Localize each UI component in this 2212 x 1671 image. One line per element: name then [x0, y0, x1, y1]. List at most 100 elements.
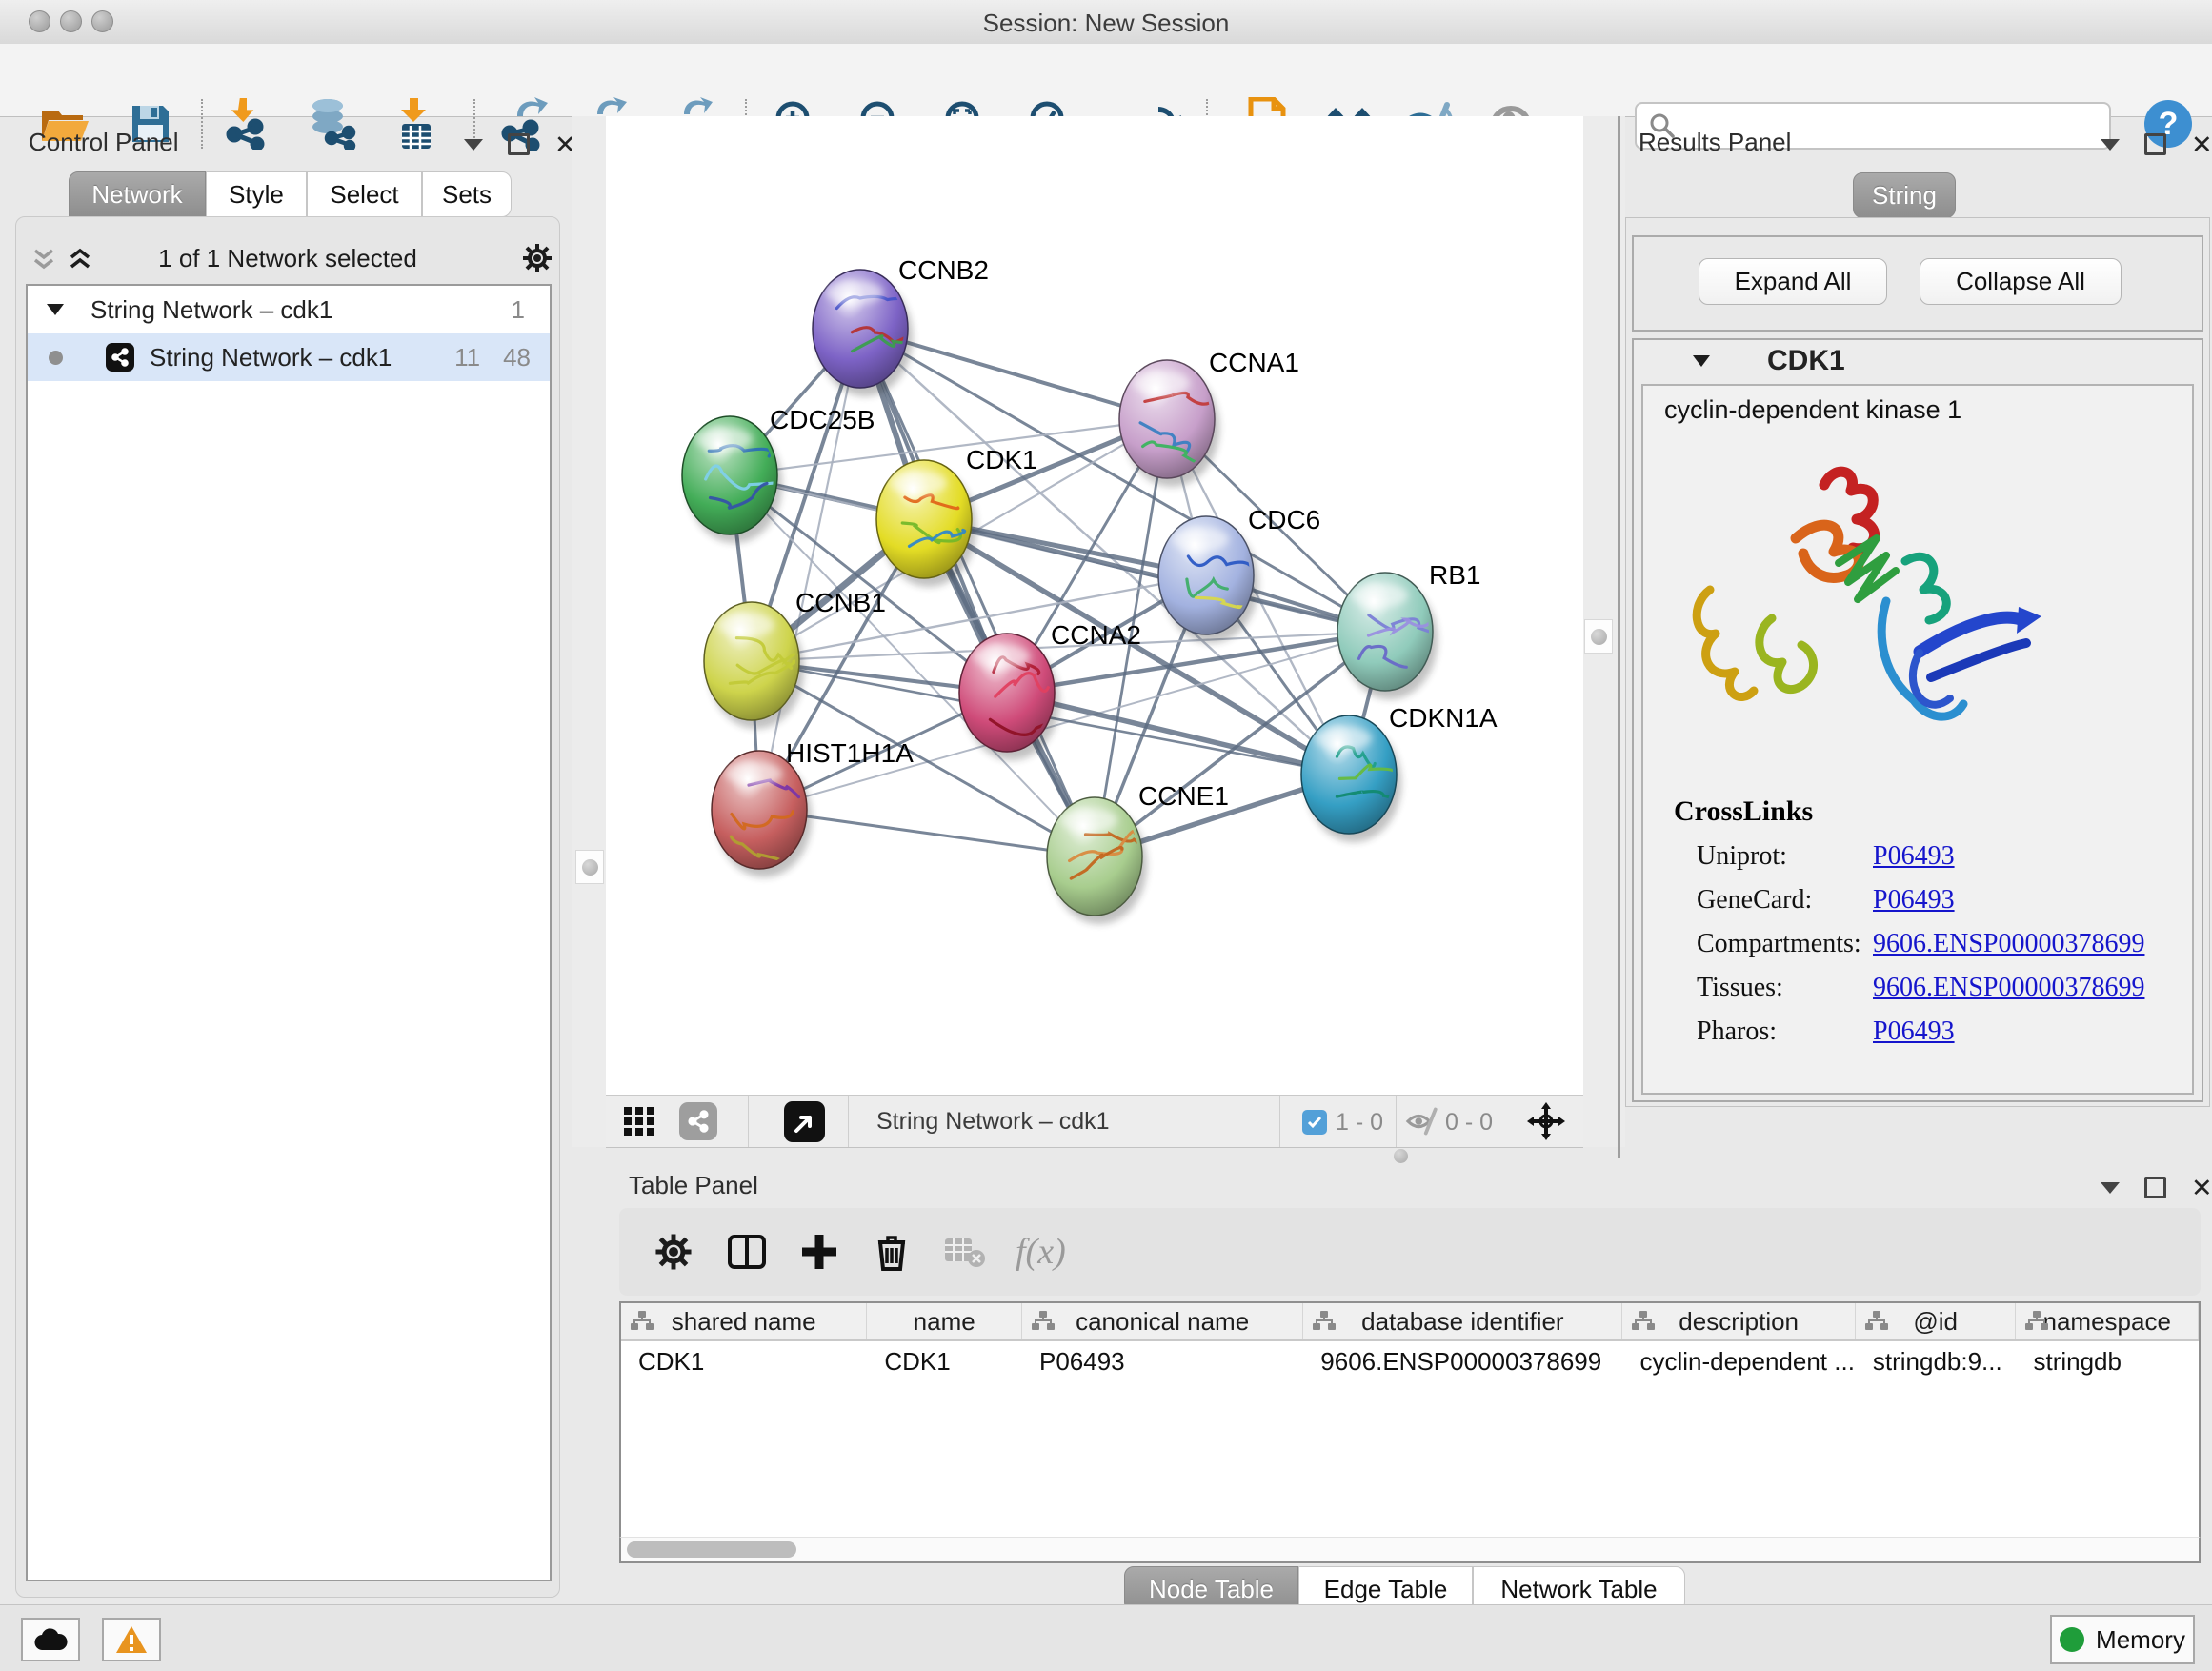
- column-header-shared-name[interactable]: shared name: [621, 1303, 867, 1339]
- float-panel-icon[interactable]: [464, 139, 483, 151]
- cell-canonical-name[interactable]: P06493: [1022, 1341, 1303, 1381]
- float-panel-icon[interactable]: [2101, 139, 2120, 151]
- node-label: CCNA2: [1051, 620, 1141, 650]
- node-count: 11: [454, 343, 480, 372]
- network-node-CCNA1[interactable]: CCNA1: [1119, 348, 1299, 487]
- network-node-RB1[interactable]: RB1: [1337, 560, 1480, 699]
- network-node-CDKN1A[interactable]: CDKN1A: [1301, 703, 1498, 842]
- network-node-CCNB1[interactable]: CCNB1: [704, 588, 886, 729]
- cell-shared-name[interactable]: CDK1: [621, 1341, 867, 1381]
- memory-label: Memory: [2096, 1625, 2185, 1655]
- cell-description[interactable]: cyclin-dependent ...: [1622, 1341, 1855, 1381]
- cell-namespace[interactable]: stringdb: [2016, 1341, 2199, 1381]
- tab-network[interactable]: Network: [69, 171, 206, 217]
- tab-string[interactable]: String: [1853, 172, 1956, 218]
- maximize-panel-icon[interactable]: [2144, 1177, 2166, 1198]
- column-header-namespace[interactable]: namespace: [2016, 1303, 2199, 1339]
- panel-divider-line: [1618, 116, 1620, 1158]
- crosslink-link[interactable]: 9606.ENSP00000378699: [1873, 973, 2144, 1002]
- table-options-gear-icon[interactable]: [654, 1232, 694, 1272]
- current-network-dot: [49, 351, 63, 365]
- maximize-panel-icon[interactable]: [2144, 133, 2166, 155]
- network-view-icon[interactable]: [679, 1102, 717, 1140]
- left-splitter[interactable]: [572, 116, 606, 1147]
- node-label: CCNB1: [795, 588, 886, 617]
- crosslink-link[interactable]: P06493: [1873, 885, 1955, 915]
- network-selected-status: 1 of 1 Network selected: [16, 244, 559, 273]
- tab-style[interactable]: Style: [206, 171, 307, 217]
- memory-button[interactable]: Memory: [2050, 1615, 2195, 1664]
- delete-column-icon[interactable]: [871, 1231, 913, 1273]
- column-header-database-identifier[interactable]: database identifier: [1303, 1303, 1622, 1339]
- column-header-@id[interactable]: @id: [1856, 1303, 2017, 1339]
- results-panel-title: Results Panel: [1639, 128, 1791, 157]
- results-panel: Results Panel ✕ String Expand All Collap…: [1625, 116, 2212, 1158]
- crosslink-row: Pharos:P06493: [1697, 1017, 2173, 1047]
- crosslink-link[interactable]: P06493: [1873, 841, 1955, 871]
- crosslink-link[interactable]: 9606.ENSP00000378699: [1873, 929, 2144, 958]
- crosslink-link[interactable]: P06493: [1873, 1017, 1955, 1046]
- network-node-CDK1[interactable]: CDK1: [876, 445, 1037, 587]
- selected-count: 1 - 0: [1336, 1109, 1383, 1137]
- cloud-icon: [33, 1627, 68, 1652]
- table-panel-title: Table Panel: [629, 1171, 758, 1200]
- column-sort-icon: [1032, 1310, 1055, 1331]
- control-panel-controls: ✕: [464, 133, 576, 155]
- options-gear-icon[interactable]: [521, 242, 553, 274]
- control-panel-tabs: NetworkStyleSelectSets: [69, 171, 512, 217]
- network-node-CDC25B[interactable]: CDC25B: [682, 405, 875, 543]
- right-splitter-handle[interactable]: [1584, 619, 1613, 654]
- tab-select[interactable]: Select: [307, 171, 422, 217]
- network-canvas[interactable]: CCNB2 CCNA1 CDC25BCDK1 CDC6RB1 CCNB1 CCNA2 CDK…: [606, 116, 1583, 1095]
- close-panel-icon[interactable]: ✕: [2191, 135, 2212, 154]
- selected-checkbox-icon[interactable]: [1302, 1110, 1327, 1135]
- left-splitter-handle[interactable]: [575, 850, 604, 884]
- delete-table-icon[interactable]: [941, 1231, 987, 1273]
- gene-header[interactable]: CDK1: [1634, 340, 2202, 382]
- control-panel-title: Control Panel: [29, 128, 179, 157]
- main-toolbar: ?: [0, 44, 2212, 117]
- results-panel-controls: ✕: [2101, 133, 2212, 155]
- warnings-button[interactable]: [102, 1618, 161, 1661]
- collection-count: 1: [512, 295, 525, 325]
- network-node-CCNB2[interactable]: CCNB2: [813, 255, 989, 396]
- protein-structure-image: [1681, 447, 2053, 771]
- expand-all-button[interactable]: Expand All: [1699, 258, 1887, 305]
- show-columns-icon[interactable]: [726, 1231, 768, 1273]
- cell-database-identifier[interactable]: 9606.ENSP00000378699: [1303, 1341, 1622, 1381]
- fit-content-crosshair-icon[interactable]: [1527, 1102, 1565, 1140]
- birds-eye-view-icon[interactable]: [784, 1101, 825, 1142]
- function-builder-icon[interactable]: f(x): [1016, 1231, 1066, 1273]
- network-node-CDC6[interactable]: CDC6: [1158, 505, 1320, 643]
- collapse-arrow-icon[interactable]: [1691, 351, 1712, 372]
- add-column-icon[interactable]: [798, 1231, 840, 1273]
- table-row[interactable]: CDK1CDK1P064939606.ENSP00000378699cyclin…: [621, 1341, 2199, 1381]
- cell-@id[interactable]: stringdb:9...: [1856, 1341, 2017, 1381]
- right-splitter[interactable]: [1583, 116, 1625, 1147]
- network-tab-content: 1 of 1 Network selected String Network –…: [15, 216, 560, 1598]
- tab-sets[interactable]: Sets: [422, 171, 512, 217]
- column-header-name[interactable]: name: [867, 1303, 1022, 1339]
- collapse-all-button[interactable]: Collapse All: [1920, 258, 2122, 305]
- grid-view-icon[interactable]: [624, 1107, 656, 1136]
- network-row-selected[interactable]: String Network – cdk1 11 48: [28, 333, 550, 381]
- node-label: CCNE1: [1138, 781, 1229, 811]
- column-header-canonical-name[interactable]: canonical name: [1022, 1303, 1303, 1339]
- string-network-graph[interactable]: CCNB2 CCNA1 CDC25BCDK1 CDC6RB1 CCNB1 CCNA2 CDK…: [606, 116, 1583, 1095]
- close-panel-icon[interactable]: ✕: [2191, 1178, 2212, 1198]
- float-panel-icon[interactable]: [2101, 1182, 2120, 1194]
- table-panel-controls: ✕: [2101, 1177, 2212, 1198]
- scrollbar-thumb[interactable]: [627, 1541, 796, 1558]
- network-collection-row[interactable]: String Network – cdk1 1: [28, 286, 550, 333]
- table-hscrollbar[interactable]: [619, 1537, 2201, 1563]
- crosslink-row: Tissues:9606.ENSP00000378699: [1697, 973, 2173, 1003]
- column-sort-icon: [1632, 1310, 1655, 1331]
- crosslink-row: GeneCard:P06493: [1697, 885, 2173, 916]
- cell-name[interactable]: CDK1: [867, 1341, 1022, 1381]
- network-node-HIST1H1A[interactable]: HIST1H1A: [712, 738, 914, 877]
- network-node-CCNE1[interactable]: CCNE1: [1047, 781, 1229, 924]
- maximize-panel-icon[interactable]: [508, 133, 530, 155]
- cloud-tasks-button[interactable]: [21, 1618, 80, 1661]
- collapse-arrow-icon[interactable]: [45, 299, 66, 320]
- column-header-description[interactable]: description: [1622, 1303, 1855, 1339]
